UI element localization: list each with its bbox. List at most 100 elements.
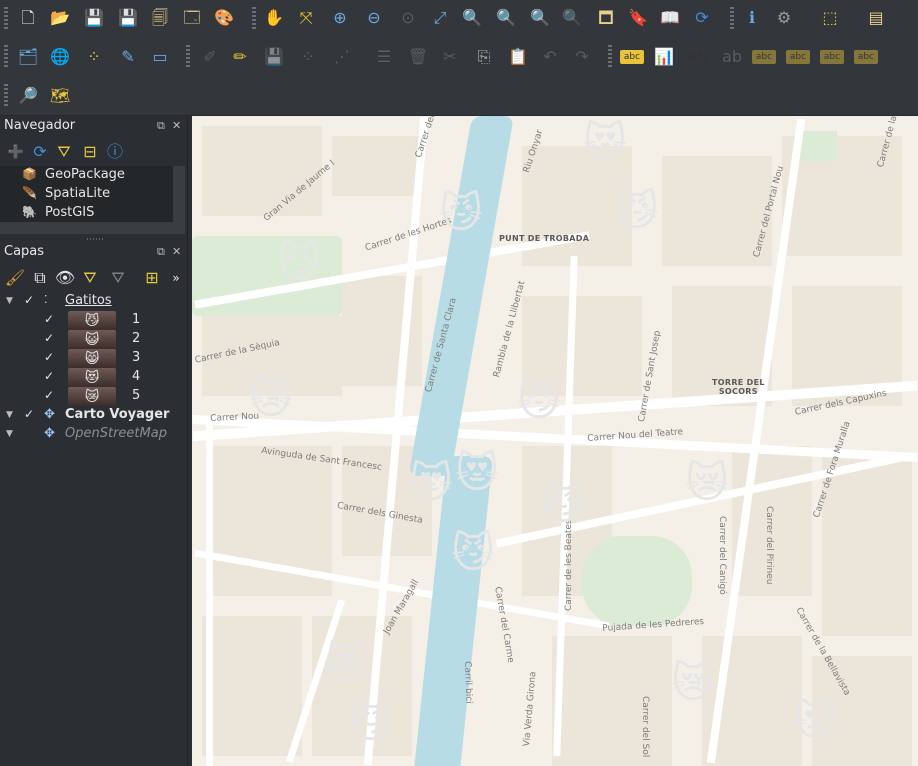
layer-row-openstreetmap[interactable]: ▼ ✥ OpenStreetMap [0,425,187,444]
layer-row-carto-voyager[interactable]: ▼ ✓ ✥ Carto Voyager [0,406,187,425]
toolbar-drag-handle[interactable] [186,45,190,69]
new-layer-icon[interactable]: 🌐 [48,45,72,69]
select-features-icon[interactable]: ⬚ [818,6,842,30]
run-action-icon[interactable]: ⚙ [772,6,796,30]
refresh-icon[interactable]: ⟳ [28,140,52,164]
pencil-icon[interactable]: ✏ [228,45,252,69]
style-layer-icon[interactable]: 🖌 [3,266,27,290]
copy-features-icon[interactable]: ⎘ [472,45,496,69]
close-panel-icon[interactable]: ✕ [172,119,181,132]
cat-marker-icon[interactable]: 😼 [512,374,566,428]
move-label-icon[interactable]: abc [752,50,776,64]
cut-features-icon[interactable]: ✂ [438,45,462,69]
toolbar-drag-handle[interactable] [4,7,8,31]
more-tools-icon[interactable]: » [164,266,188,290]
rotate-label-icon[interactable]: abc [786,50,810,64]
edit-toggle-icon[interactable]: ✐ [198,45,222,69]
cat-marker-icon[interactable]: 😼 [610,184,664,238]
toolbar-drag-handle[interactable] [252,7,256,31]
add-feature-icon[interactable]: ⁘ [296,45,320,69]
new-project-icon[interactable]: 🗋 [16,6,40,30]
redo-icon[interactable]: ↷ [570,45,594,69]
float-panel-icon[interactable]: ⧉ [157,245,165,259]
browser-scrollbar[interactable] [173,166,185,222]
show-labels-icon[interactable]: ab [720,45,744,69]
identify-features-icon[interactable]: ℹ [740,6,764,30]
cat-marker-icon[interactable]: 😻 [578,116,632,170]
show-bookmarks-icon[interactable]: 📖 [658,6,682,30]
toolbar-drag-handle[interactable] [4,45,8,69]
cat-marker-icon[interactable]: 😼 [446,526,500,580]
digitize-points-icon[interactable]: ⁘ [82,45,106,69]
cat-marker-icon[interactable]: 😿 [666,656,720,710]
attribute-table-icon[interactable]: ▤ [864,6,888,30]
filter-legend-icon[interactable]: ⛛ [78,266,102,290]
layer-row-gatitos[interactable]: ▼ ✓ ⁚ Gatitos [0,292,187,311]
pan-map-icon[interactable]: ✋ [262,6,286,30]
zoom-in-icon[interactable]: ⊕ [328,6,352,30]
cat-marker-icon[interactable]: 😻 [788,694,842,748]
checkbox-class[interactable]: ✓ [44,388,54,402]
search-map-icon[interactable]: 🔎 [16,84,40,108]
new-map-view-icon[interactable]: 🗖 [594,6,618,30]
paste-features-icon[interactable]: 📋 [506,45,530,69]
browser-item[interactable]: 📦 GeoPackage [0,166,187,185]
modify-attributes-icon[interactable]: ☰ [372,45,396,69]
toolbar-drag-handle[interactable] [608,45,612,69]
zoom-to-layer-icon[interactable]: 🔍 [494,6,518,30]
zoom-native-icon[interactable]: ⊙ [396,6,420,30]
legend-class-row[interactable]: ✓ 😻 4 [0,368,187,387]
cat-marker-icon[interactable]: 😼 [434,186,488,240]
browser-item[interactable]: 🐘 PostGIS [0,204,187,223]
cat-marker-icon[interactable]: 😼 [536,478,590,532]
checkbox-gatitos[interactable]: ✓ [24,293,34,307]
vertex-tool-icon[interactable]: ⋰ [330,45,354,69]
change-label-icon[interactable]: abc [820,50,844,64]
zoom-to-selection-icon[interactable]: 🔍 [460,6,484,30]
legend-class-row[interactable]: ✓ 😺 2 [0,330,187,349]
new-print-layout-icon[interactable]: 🗐 [148,6,172,30]
zoom-last-icon[interactable]: 🔍 [528,6,552,30]
open-project-icon[interactable]: 📂 [48,6,72,30]
refresh-icon[interactable]: ⟳ [690,6,714,30]
cat-marker-icon[interactable]: 😼 [344,696,398,750]
legend-class-row[interactable]: ✓ 😼 1 [0,311,187,330]
diagram-icon[interactable]: 📊 [652,45,676,69]
checkbox-carto-voyager[interactable]: ✓ [24,407,34,421]
checkbox-class[interactable]: ✓ [44,312,54,326]
expand-arrow-icon[interactable]: ▼ [6,429,13,439]
expand-arrow-icon[interactable]: ▼ [6,410,13,420]
info-icon[interactable]: ⓘ [103,140,127,164]
legend-class-row[interactable]: ✓ 😿 5 [0,387,187,406]
save-edits-icon[interactable]: 💾 [262,45,286,69]
digitize-line-icon[interactable]: ✎ [116,45,140,69]
legend-class-row[interactable]: ✓ 😸 3 [0,349,187,368]
filter-icon[interactable]: ⛛ [52,140,76,164]
georeferencer-icon[interactable]: 🗺 [48,84,72,108]
checkbox-class[interactable]: ✓ [44,331,54,345]
zoom-out-icon[interactable]: ⊖ [362,6,386,30]
cat-marker-icon[interactable]: 😼 [272,236,326,290]
label-toolbar-icon[interactable]: abc [620,50,644,64]
zoom-next-icon[interactable]: 🔍 [560,6,584,30]
map-canvas[interactable]: Carrer del Nord Gran Via de Jaume I Carrer… [192,116,918,766]
cat-marker-icon[interactable]: 😻 [320,636,374,690]
expand-all-icon[interactable]: ⊞ [140,266,164,290]
new-bookmark-icon[interactable]: 🔖 [626,6,650,30]
collapse-all-icon[interactable]: ⊟ [78,140,102,164]
label-properties-icon[interactable]: abc [854,50,878,64]
save-as-icon[interactable]: 💾 [116,6,140,30]
browser-horizontal-scrollbar[interactable] [0,222,185,234]
browser-item[interactable]: 🪶 SpatiaLite [0,185,187,204]
close-panel-icon[interactable]: ✕ [172,245,181,258]
cat-marker-icon[interactable]: 😿 [680,456,734,510]
toolbar-drag-handle[interactable] [730,7,734,31]
cat-marker-icon[interactable]: 😿 [244,372,298,426]
style-manager-icon[interactable]: 🎨 [212,6,236,30]
filter-expression-icon[interactable]: ⛛ [106,266,130,290]
delete-selected-icon[interactable]: 🗑 [406,45,430,69]
pan-to-selection-icon[interactable]: ⤧ [294,6,318,30]
add-group-icon[interactable]: ⧉ [28,266,52,290]
save-project-icon[interactable]: 💾 [82,6,106,30]
add-selected-layers-icon[interactable]: ➕ [4,140,28,164]
